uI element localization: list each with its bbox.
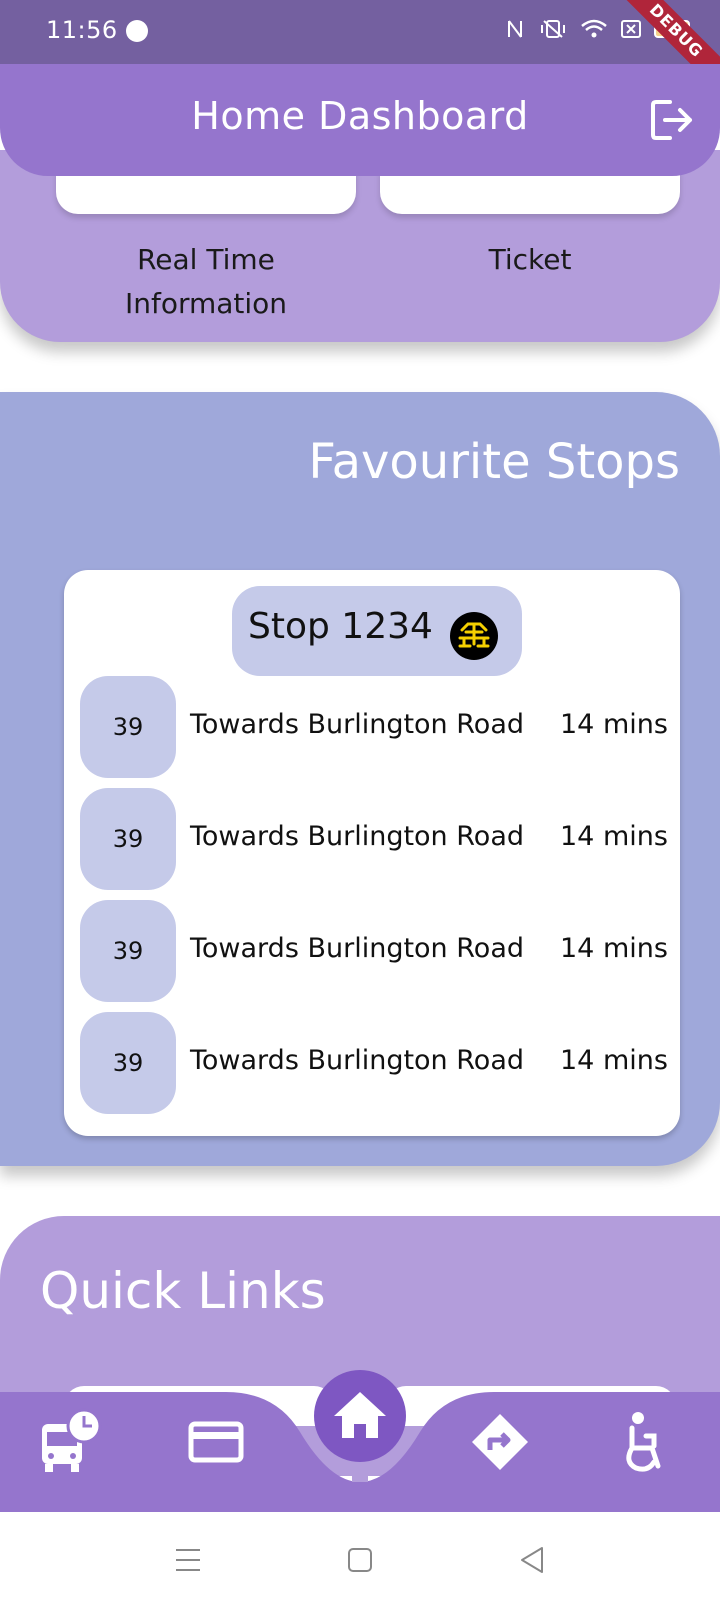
accessibility-icon[interactable] (606, 1402, 686, 1482)
route-number: 39 (80, 1012, 176, 1114)
logout-icon[interactable] (650, 98, 696, 142)
app-notification-icon (126, 20, 148, 42)
status-bar: 11:56 94 DEBUG (0, 0, 720, 104)
stop-card[interactable]: Stop 1234 39 Towards Burlington Road 14 … (64, 570, 680, 1136)
bus-stop-icon (450, 612, 498, 660)
ticket-tile[interactable] (380, 170, 680, 214)
departure-row[interactable]: 39 Towards Burlington Road 14 mins (80, 1012, 670, 1114)
ticket-label: Ticket (488, 243, 572, 276)
page-title: Home Dashboard (191, 94, 529, 138)
favourite-stops-section: Favourite Stops Stop 1234 39 Towards Bur… (0, 392, 720, 1166)
home-icon (334, 1392, 386, 1438)
route-number: 39 (80, 900, 176, 1002)
route-destination: Towards Burlington Road (190, 821, 525, 852)
home-nav-button[interactable] (314, 1370, 406, 1462)
home-square-icon[interactable] (340, 1540, 380, 1580)
quick-links-title: Quick Links (40, 1262, 326, 1320)
no-sim-icon (621, 20, 641, 38)
route-destination: Towards Burlington Road (190, 709, 525, 740)
departure-row[interactable]: 39 Towards Burlington Road 14 mins (80, 676, 670, 778)
route-eta: 14 mins (560, 821, 668, 852)
departure-row[interactable]: 39 Towards Burlington Road 14 mins (80, 900, 670, 1002)
favourite-stops-title: Favourite Stops (308, 434, 680, 490)
back-icon[interactable] (512, 1540, 552, 1580)
system-nav-bar (0, 1512, 720, 1600)
route-destination: Towards Burlington Road (190, 933, 525, 964)
menu-icon[interactable] (168, 1540, 208, 1580)
wifi-icon (581, 19, 607, 38)
route-eta: 14 mins (560, 709, 668, 740)
real-time-information-label: Real Time Information (124, 243, 288, 320)
route-destination: Towards Burlington Road (190, 1045, 525, 1076)
stop-chip[interactable]: Stop 1234 (232, 586, 522, 676)
stop-name: Stop 1234 (248, 606, 433, 647)
route-number: 39 (80, 676, 176, 778)
status-time: 11:56 (46, 16, 118, 44)
route-eta: 14 mins (560, 933, 668, 964)
vibrate-icon (541, 20, 565, 38)
bus-schedule-icon[interactable] (32, 1402, 112, 1482)
route-eta: 14 mins (560, 1045, 668, 1076)
directions-icon[interactable] (460, 1402, 540, 1482)
route-number: 39 (80, 788, 176, 890)
real-time-information-tile[interactable] (56, 170, 356, 214)
nfc-icon (508, 20, 522, 38)
departure-row[interactable]: 39 Towards Burlington Road 14 mins (80, 788, 670, 890)
card-icon[interactable] (176, 1402, 256, 1482)
app-header: Home Dashboard (0, 64, 720, 176)
